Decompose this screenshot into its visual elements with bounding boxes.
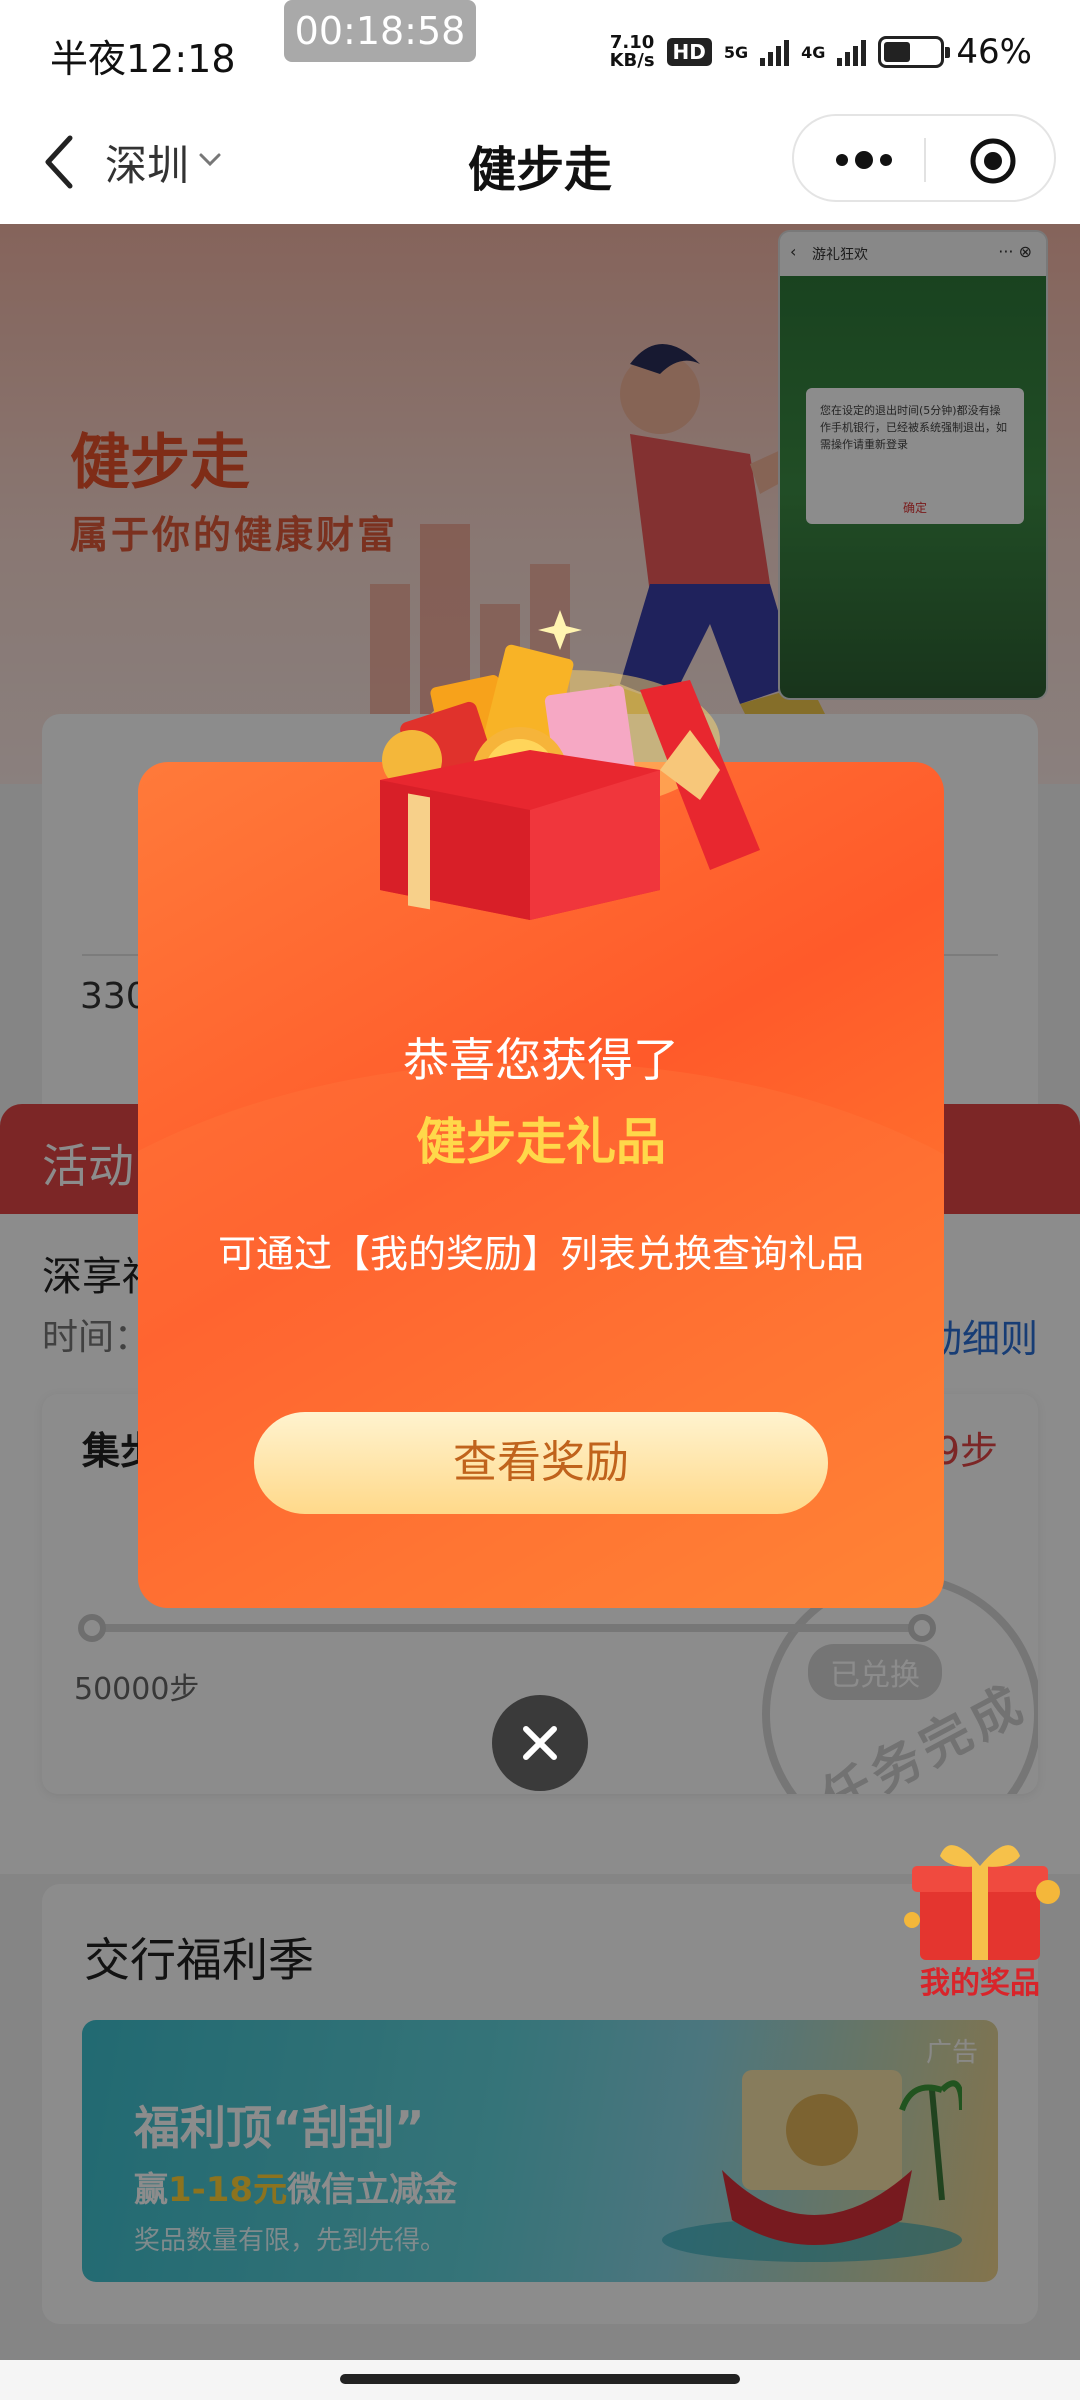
net-speed-unit: KB/s — [609, 50, 655, 71]
status-indicators: 7.10 KB/s HD 5G 4G 46% — [610, 32, 1032, 72]
signal-icon — [837, 38, 867, 66]
net-5g-label: 5G — [723, 42, 749, 62]
modal-description: 可通过【我的奖励】列表兑换查询礼品 — [218, 1232, 865, 1276]
close-modal-button[interactable] — [492, 1695, 588, 1791]
home-indicator[interactable] — [340, 2374, 740, 2384]
system-nav-bar — [0, 2360, 1080, 2400]
capsule-divider — [924, 138, 926, 182]
gift-box-icon — [904, 1845, 1060, 1960]
more-icon[interactable] — [834, 146, 894, 174]
recording-timer: 00:18:58 — [284, 0, 476, 62]
city-selector[interactable]: 深圳 — [105, 132, 189, 193]
back-arrow-icon[interactable] — [40, 134, 80, 190]
view-rewards-button[interactable]: 查看奖励 — [254, 1412, 828, 1514]
close-miniprogram-icon[interactable] — [968, 136, 1018, 186]
status-time: 半夜12:18 — [50, 37, 236, 81]
my-prizes-widget[interactable]: 我的奖品 — [890, 1830, 1070, 2010]
miniprogram-capsule — [792, 114, 1056, 202]
modal-congrats-text: 恭喜您获得了 — [403, 1033, 679, 1087]
hd-badge: HD — [666, 38, 712, 66]
net-speed: 7.10 KB/s — [610, 34, 655, 70]
gift-box-illustration: ¥ — [380, 610, 760, 920]
battery-percent: 46% — [956, 32, 1032, 72]
nav-bar: 深圳 健步走 — [0, 100, 1080, 224]
signal-icon — [760, 38, 790, 66]
modal-prize-name: 健步走礼品 — [416, 1113, 666, 1171]
net-4g-label: 4G — [801, 42, 826, 62]
close-icon — [523, 1726, 557, 1760]
status-bar: 半夜12:18 00:18:58 7.10 KB/s HD 5G 4G 46% — [0, 0, 1080, 100]
my-prizes-label: 我的奖品 — [920, 1966, 1040, 2001]
battery-icon — [878, 36, 951, 68]
chevron-down-icon[interactable] — [198, 148, 222, 172]
